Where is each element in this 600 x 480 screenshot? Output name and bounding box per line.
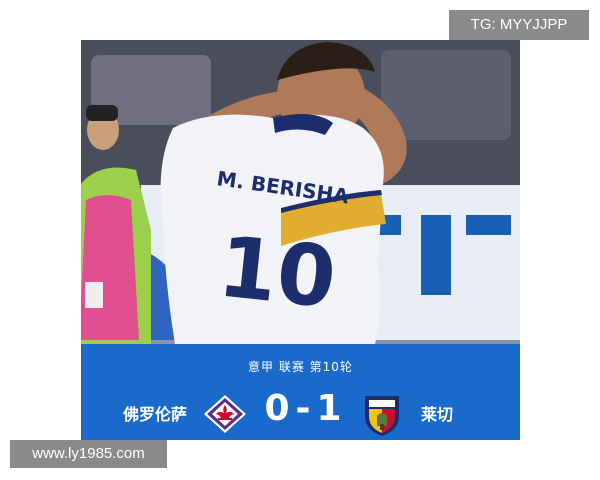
score-bar: 意甲 联赛 第10轮 佛罗伦萨 0-1 莱切 [81,344,520,440]
player-photo: M. BERISHA 10 [81,40,520,344]
watermark-top-right: TG: MYYJJPP [449,10,589,40]
home-score: 0 [264,388,296,429]
away-score: 1 [316,388,348,429]
watermark-bottom-left: www.ly1985.com [10,440,167,468]
lecce-crest-icon [363,394,401,440]
jersey-number: 10 [214,217,341,327]
score-separator: - [295,388,317,429]
away-team-name: 莱切 [421,405,454,424]
round-label: 意甲 联赛 第10轮 [248,360,353,374]
home-team-name: 佛罗伦萨 [123,405,188,424]
scoreline: 0-1 [261,388,351,429]
match-card: M. BERISHA 10 意甲 联赛 第10轮 佛罗伦萨 0-1 莱切 [81,40,520,440]
fiorentina-crest-icon [203,394,247,438]
